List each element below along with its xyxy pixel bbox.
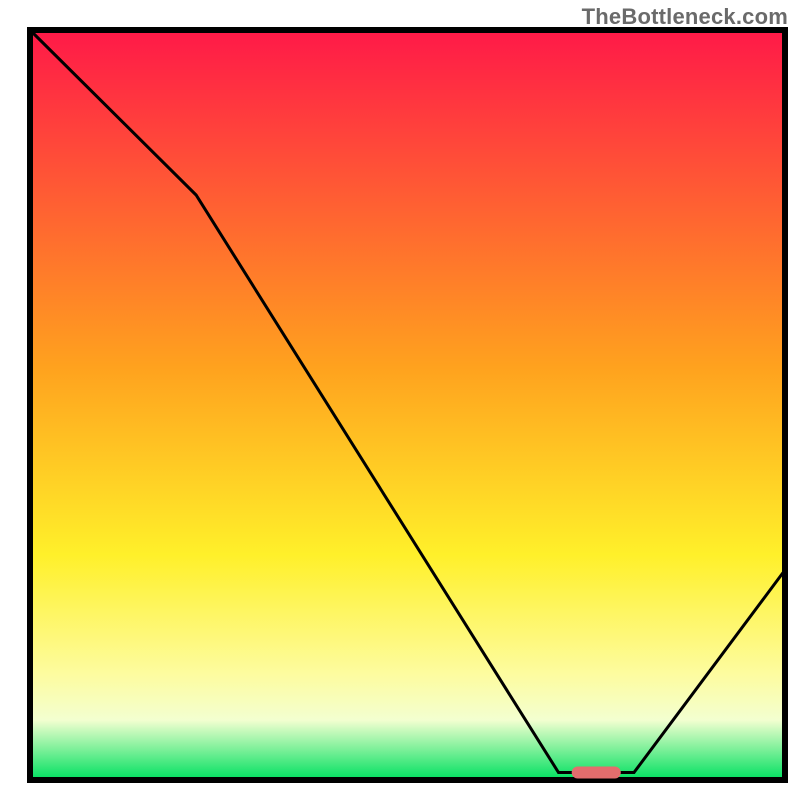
optimal-range-marker — [572, 767, 621, 779]
bottleneck-chart-svg — [0, 0, 800, 800]
chart-container: TheBottleneck.com — [0, 0, 800, 800]
